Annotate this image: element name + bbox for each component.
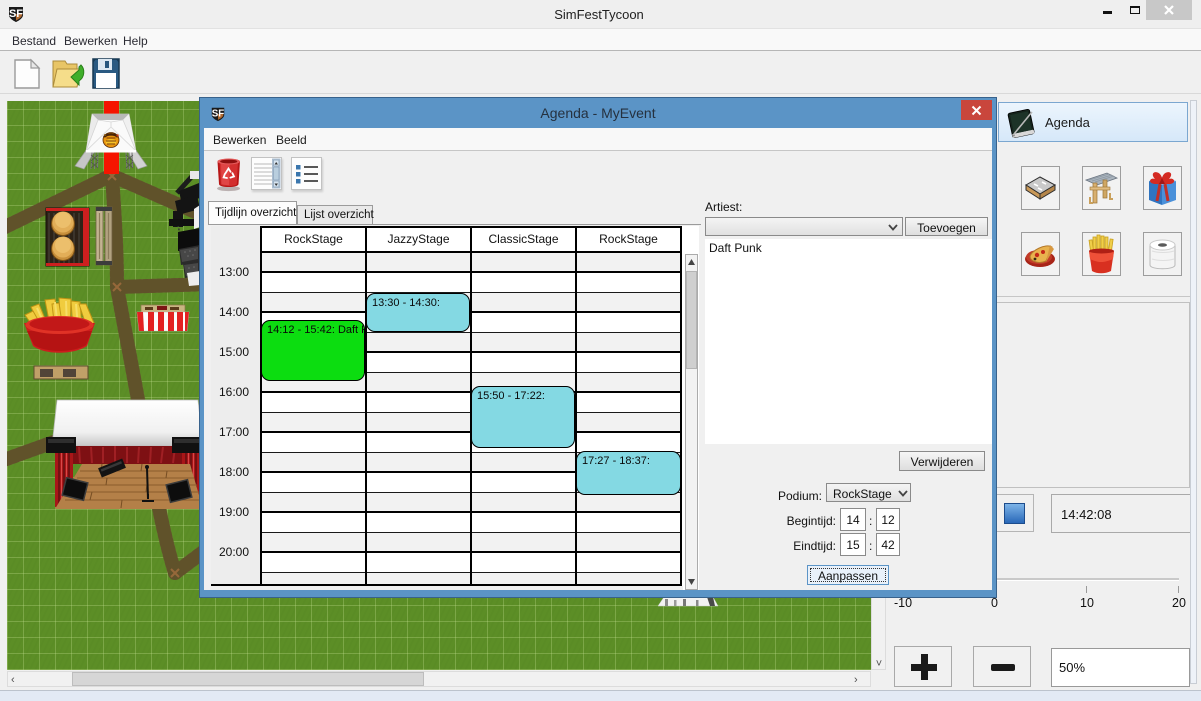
svg-text:SF: SF	[212, 109, 225, 120]
svg-text:SF: SF	[9, 8, 23, 20]
